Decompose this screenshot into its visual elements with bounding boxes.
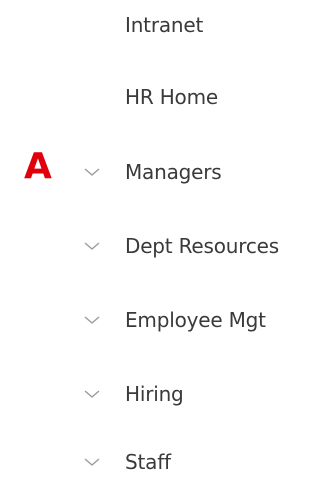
chevron-down-icon[interactable] bbox=[83, 314, 101, 326]
chevron-down-icon[interactable] bbox=[83, 456, 101, 468]
nav-item-dept-resources[interactable]: Dept Resources bbox=[0, 226, 326, 266]
nav-item-staff[interactable]: Staff bbox=[0, 442, 326, 482]
nav-item-label: Hiring bbox=[125, 382, 184, 406]
nav-item-employee-mgt[interactable]: Employee Mgt bbox=[0, 300, 326, 340]
nav-item-label: Dept Resources bbox=[125, 234, 279, 258]
chevron-down-icon[interactable] bbox=[83, 388, 101, 400]
nav-item-label: HR Home bbox=[125, 85, 218, 109]
nav-item-label: Staff bbox=[125, 450, 171, 474]
nav-item-intranet[interactable]: Intranet bbox=[0, 5, 326, 45]
chevron-down-icon[interactable] bbox=[83, 240, 101, 252]
nav-item-label: Managers bbox=[125, 160, 222, 184]
nav-item-label: Employee Mgt bbox=[125, 308, 266, 332]
navigation-menu: Intranet HR Home Managers Dept Resources… bbox=[0, 0, 326, 483]
nav-item-hiring[interactable]: Hiring bbox=[0, 374, 326, 414]
nav-item-label: Intranet bbox=[125, 13, 204, 37]
annotation-marker: A bbox=[24, 146, 52, 187]
chevron-down-icon[interactable] bbox=[83, 166, 101, 178]
nav-item-hr-home[interactable]: HR Home bbox=[0, 77, 326, 117]
